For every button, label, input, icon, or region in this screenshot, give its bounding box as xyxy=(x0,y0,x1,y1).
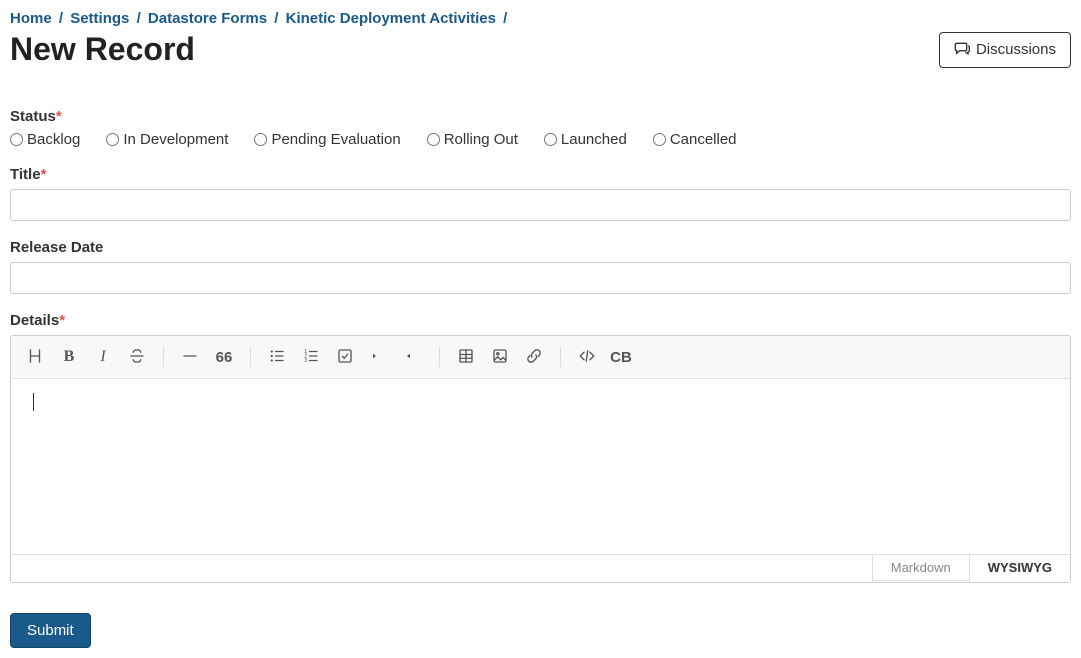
status-radio-cancelled[interactable] xyxy=(653,133,666,146)
status-radio-in-development[interactable] xyxy=(106,133,119,146)
title-label-text: Title xyxy=(10,166,41,183)
toolbar-separator xyxy=(163,347,164,367)
status-label: Status* xyxy=(10,108,1071,125)
ol-icon: 123 xyxy=(302,347,320,368)
required-indicator: * xyxy=(41,166,47,183)
editor-toolbar: B I 66 xyxy=(11,336,1070,379)
quote-icon: 66 xyxy=(216,349,233,366)
status-radio-backlog[interactable] xyxy=(10,133,23,146)
breadcrumb-link-kinetic-deployment[interactable]: Kinetic Deployment Activities xyxy=(286,10,496,27)
link-button[interactable] xyxy=(518,342,550,372)
submit-button[interactable]: Submit xyxy=(10,613,91,648)
task-icon xyxy=(336,347,354,368)
discussions-button[interactable]: Discussions xyxy=(939,32,1071,68)
status-radio-row: Backlog In Development Pending Evaluatio… xyxy=(10,131,1071,148)
breadcrumb-sep: / xyxy=(59,10,63,27)
quote-button[interactable]: 66 xyxy=(208,342,240,372)
italic-button[interactable]: I xyxy=(87,342,119,372)
italic-icon: I xyxy=(100,348,105,366)
breadcrumb-link-datastore-forms[interactable]: Datastore Forms xyxy=(148,10,267,27)
wysiwyg-mode-tab[interactable]: WYSIWYG xyxy=(969,555,1070,582)
bold-button[interactable]: B xyxy=(53,342,85,372)
status-option-label: Cancelled xyxy=(670,131,737,148)
breadcrumb-sep: / xyxy=(137,10,141,27)
editor-body[interactable] xyxy=(11,379,1070,554)
title-group: Title* xyxy=(10,166,1071,221)
status-option-rolling-out[interactable]: Rolling Out xyxy=(427,131,518,148)
header-row: New Record Discussions xyxy=(10,31,1071,68)
status-option-label: Rolling Out xyxy=(444,131,518,148)
codeblock-button[interactable]: CB xyxy=(605,342,637,372)
ol-button[interactable]: 123 xyxy=(295,342,327,372)
cursor-icon xyxy=(33,393,34,411)
heading-button[interactable] xyxy=(19,342,51,372)
breadcrumb: Home / Settings / Datastore Forms / Kine… xyxy=(10,10,1071,27)
link-icon xyxy=(525,347,543,368)
details-label-text: Details xyxy=(10,312,59,329)
status-radio-pending-evaluation[interactable] xyxy=(254,133,267,146)
page-title: New Record xyxy=(10,31,195,68)
details-editor: B I 66 xyxy=(10,335,1071,583)
code-button[interactable] xyxy=(571,342,603,372)
release-date-input[interactable] xyxy=(10,262,1071,294)
status-option-backlog[interactable]: Backlog xyxy=(10,131,80,148)
codeblock-icon: CB xyxy=(610,349,632,366)
status-radio-launched[interactable] xyxy=(544,133,557,146)
hr-icon xyxy=(181,347,199,368)
release-date-label: Release Date xyxy=(10,239,1071,256)
image-button[interactable] xyxy=(484,342,516,372)
toolbar-separator xyxy=(250,347,251,367)
status-option-launched[interactable]: Launched xyxy=(544,131,627,148)
status-option-pending-evaluation[interactable]: Pending Evaluation xyxy=(254,131,400,148)
status-group: Status* Backlog In Development Pending E… xyxy=(10,108,1071,148)
outdent-button[interactable] xyxy=(397,342,429,372)
details-group: Details* B I xyxy=(10,312,1071,583)
breadcrumb-sep: / xyxy=(274,10,278,27)
markdown-mode-tab[interactable]: Markdown xyxy=(872,554,969,581)
chat-icon xyxy=(954,41,970,59)
required-indicator: * xyxy=(56,108,62,125)
bold-icon: B xyxy=(64,348,75,366)
breadcrumb-link-settings[interactable]: Settings xyxy=(70,10,129,27)
indent-icon xyxy=(370,347,388,368)
required-indicator: * xyxy=(59,312,65,329)
status-option-cancelled[interactable]: Cancelled xyxy=(653,131,737,148)
table-icon xyxy=(457,347,475,368)
task-button[interactable] xyxy=(329,342,361,372)
status-label-text: Status xyxy=(10,108,56,125)
table-button[interactable] xyxy=(450,342,482,372)
status-option-label: In Development xyxy=(123,131,228,148)
strike-icon xyxy=(128,347,146,368)
toolbar-separator xyxy=(439,347,440,367)
toolbar-separator xyxy=(560,347,561,367)
breadcrumb-link-home[interactable]: Home xyxy=(10,10,52,27)
details-label: Details* xyxy=(10,312,1071,329)
status-option-label: Pending Evaluation xyxy=(271,131,400,148)
image-icon xyxy=(491,347,509,368)
discussions-label: Discussions xyxy=(976,41,1056,58)
strike-button[interactable] xyxy=(121,342,153,372)
breadcrumb-sep: / xyxy=(503,10,507,27)
ul-button[interactable] xyxy=(261,342,293,372)
status-option-label: Backlog xyxy=(27,131,80,148)
editor-footer: Markdown WYSIWYG xyxy=(11,554,1070,582)
heading-icon xyxy=(26,347,44,368)
code-icon xyxy=(578,347,596,368)
title-input[interactable] xyxy=(10,189,1071,221)
status-radio-rolling-out[interactable] xyxy=(427,133,440,146)
release-date-group: Release Date xyxy=(10,239,1071,294)
outdent-icon xyxy=(404,347,422,368)
title-label: Title* xyxy=(10,166,1071,183)
hr-button[interactable] xyxy=(174,342,206,372)
status-option-label: Launched xyxy=(561,131,627,148)
status-option-in-development[interactable]: In Development xyxy=(106,131,228,148)
ul-icon xyxy=(268,347,286,368)
svg-text:3: 3 xyxy=(304,358,307,364)
indent-button[interactable] xyxy=(363,342,395,372)
